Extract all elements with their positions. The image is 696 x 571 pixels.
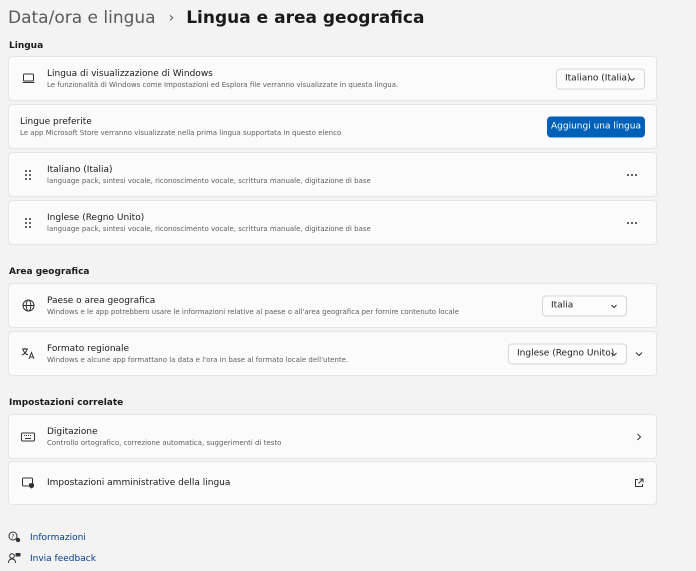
country-text: Paese o area geografica Windows e le app… [47, 295, 459, 317]
expand-chevron-icon[interactable] [634, 349, 644, 359]
typing-card[interactable]: Digitazione Controllo ortografico, corre… [8, 414, 657, 459]
language-item-name: Italiano (Italia) [47, 164, 113, 175]
preferred-languages-text: Lingue preferite Le app Microsoft Store … [20, 116, 341, 138]
display-language-card: Lingua di visualizzazione di Windows Le … [8, 56, 657, 101]
grip-dots-icon[interactable] [21, 216, 35, 230]
typing-desc: Controllo ortografico, correzione automa… [47, 438, 282, 447]
typing-title: Digitazione [47, 426, 98, 437]
language-item-name: Inglese (Regno Unito) [47, 212, 145, 223]
globe-icon [21, 299, 35, 313]
grip-dots-icon[interactable] [21, 168, 35, 182]
preferred-languages-desc: Le app Microsoft Store verranno visualiz… [20, 128, 342, 137]
help-chat-icon: ? [8, 528, 21, 547]
open-external-icon[interactable] [634, 478, 644, 488]
typing-text: Digitazione Controllo ortografico, corre… [47, 426, 281, 448]
country-card: Paese o area geografica Windows e le app… [8, 283, 657, 328]
laptop-icon [21, 72, 35, 86]
language-item-features: language pack, sintesi vocale, riconosci… [47, 224, 371, 233]
display-language-dropdown[interactable]: Italiano (Italia) [556, 68, 645, 89]
more-horizontal-icon[interactable] [625, 170, 639, 180]
language-item[interactable]: Italiano (Italia) language pack, sintesi… [8, 152, 657, 197]
display-language-selected: Italiano (Italia) [565, 73, 631, 84]
section-title-area-geografica: Area geografica [9, 267, 90, 277]
breadcrumb: Data/ora e lingua › Lingua e area geogra… [8, 6, 424, 30]
regional-format-title: Formato regionale [47, 343, 130, 354]
country-desc: Windows e le app potrebbero usare le inf… [47, 307, 459, 316]
display-language-title: Lingua di visualizzazione di Windows [47, 68, 213, 79]
regional-format-dropdown[interactable]: Inglese (Regno Unito) [508, 343, 627, 364]
country-title: Paese o area geografica [47, 295, 156, 306]
preferred-languages-title: Lingue preferite [20, 116, 92, 127]
breadcrumb-parent-link[interactable]: Data/ora e lingua [8, 8, 156, 28]
country-dropdown[interactable]: Italia [542, 295, 627, 316]
display-language-desc: Le funzionalità di Windows come Impostaz… [47, 80, 399, 89]
more-horizontal-icon[interactable] [625, 218, 639, 228]
language-item-text: Inglese (Regno Unito) language pack, sin… [47, 212, 371, 234]
chevron-right-icon[interactable] [634, 432, 644, 442]
language-item[interactable]: Inglese (Regno Unito) language pack, sin… [8, 200, 657, 245]
add-language-button[interactable]: Aggiungi una lingua [547, 116, 645, 137]
feedback-person-icon [8, 549, 21, 568]
regional-format-text: Formato regionale Windows e alcune app f… [47, 343, 348, 365]
admin-language-settings-card[interactable]: Impostazioni amministrative della lingua [8, 461, 657, 505]
chevron-down-icon [628, 75, 636, 86]
section-title-lingua: Lingua [9, 41, 44, 51]
info-link-label: Informazioni [30, 532, 86, 543]
display-language-text: Lingua di visualizzazione di Windows Le … [47, 68, 398, 90]
feedback-link[interactable]: Invia feedback [8, 549, 96, 568]
shield-window-icon [21, 476, 35, 490]
keyboard-icon [21, 430, 35, 444]
country-selected: Italia [551, 300, 574, 311]
feedback-link-label: Invia feedback [30, 553, 96, 564]
language-item-text: Italiano (Italia) language pack, sintesi… [47, 164, 371, 186]
svg-text:?: ? [11, 533, 14, 540]
breadcrumb-separator: › [168, 10, 175, 26]
regional-format-selected: Inglese (Regno Unito) [517, 348, 615, 359]
admin-settings-title: Impostazioni amministrative della lingua [47, 478, 231, 488]
regional-format-desc: Windows e alcune app formattano la data … [47, 355, 349, 364]
section-title-impostazioni-correlate: Impostazioni correlate [9, 398, 124, 408]
chevron-down-icon [610, 302, 618, 313]
info-link[interactable]: ? Informazioni [8, 528, 86, 547]
language-format-icon [21, 347, 35, 361]
page-title: Lingua e area geografica [186, 8, 425, 28]
regional-format-card: Formato regionale Windows e alcune app f… [8, 331, 657, 376]
language-item-features: language pack, sintesi vocale, riconosci… [47, 176, 371, 185]
preferred-languages-card: Lingue preferite Le app Microsoft Store … [8, 104, 657, 149]
chevron-down-icon [610, 350, 618, 361]
admin-settings-text: Impostazioni amministrative della lingua [47, 477, 230, 489]
